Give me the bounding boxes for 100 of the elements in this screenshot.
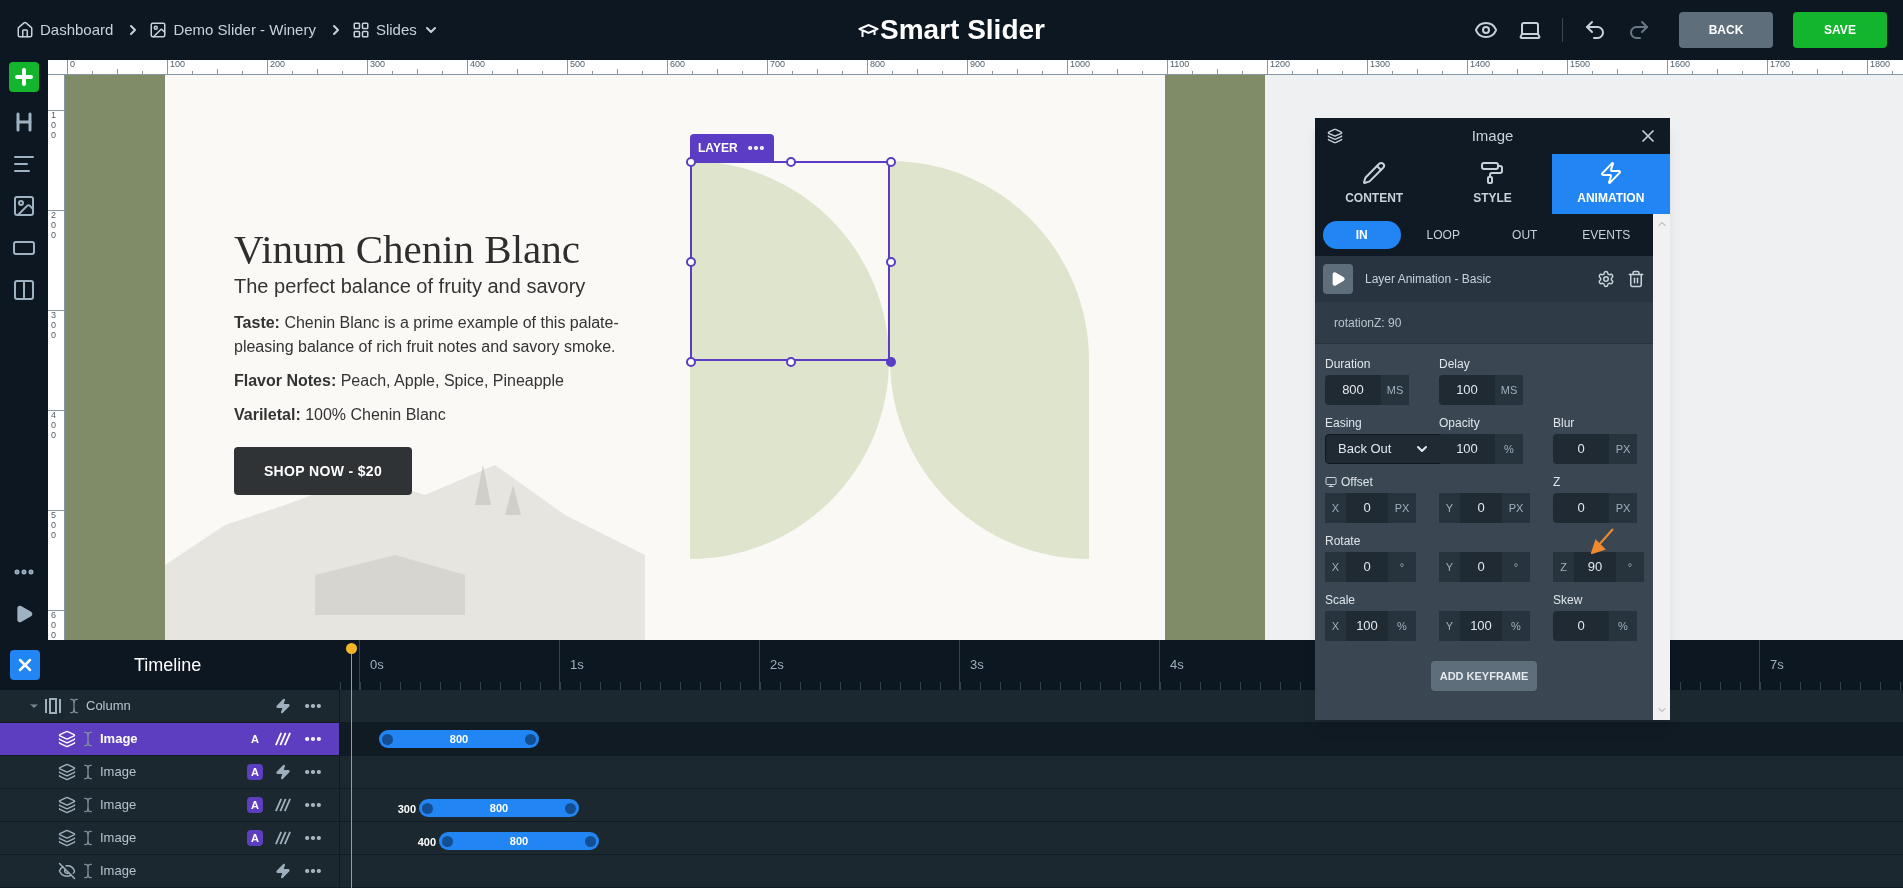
number-input-field[interactable]: X 100 % bbox=[1325, 611, 1416, 641]
stripes-icon[interactable] bbox=[275, 830, 291, 846]
stripes-icon[interactable] bbox=[275, 797, 291, 813]
resize-handle[interactable] bbox=[786, 357, 796, 367]
ruler-number: 900 bbox=[970, 60, 987, 69]
field-value: 0 bbox=[1476, 499, 1486, 518]
plus-icon bbox=[12, 65, 36, 89]
animation-subtab[interactable]: OUT bbox=[1486, 221, 1564, 249]
animation-bar[interactable]: 800 bbox=[419, 799, 579, 817]
timeline-layer-row[interactable]: Image A bbox=[0, 723, 340, 755]
ruler-number: 1200 bbox=[1270, 60, 1292, 69]
unit-label: PX bbox=[1388, 493, 1416, 523]
number-input-field[interactable]: 0 PX bbox=[1553, 493, 1637, 523]
animation-subtab[interactable]: LOOP bbox=[1404, 221, 1482, 249]
unit-label: PX bbox=[1609, 434, 1637, 464]
axis-label: Y bbox=[1439, 493, 1460, 523]
number-input-field[interactable]: 0 % bbox=[1553, 611, 1637, 641]
add-layer-button[interactable] bbox=[9, 62, 39, 92]
number-input-field[interactable]: 0 PX bbox=[1553, 434, 1637, 464]
ruler-number: 100 bbox=[170, 60, 187, 69]
duration-label: 800 bbox=[449, 731, 469, 747]
hidden-eye-icon[interactable] bbox=[58, 862, 76, 880]
animation-subtab[interactable]: IN bbox=[1323, 221, 1401, 249]
lightning-icon[interactable] bbox=[275, 764, 291, 780]
redo-icon[interactable] bbox=[1627, 18, 1651, 42]
bar-handle[interactable] bbox=[565, 802, 576, 814]
resize-handle[interactable] bbox=[686, 257, 696, 267]
unit-label: % bbox=[1388, 611, 1416, 641]
unit-label: % bbox=[1502, 611, 1530, 641]
unit-label: PX bbox=[1502, 493, 1530, 523]
paint-roller-icon bbox=[1480, 161, 1505, 185]
field-label: Delay bbox=[1439, 355, 1470, 373]
image-icon[interactable] bbox=[12, 194, 36, 218]
play-icon[interactable] bbox=[14, 604, 34, 624]
animation-bar[interactable]: 800 bbox=[439, 832, 599, 850]
field-label: Offset bbox=[1341, 473, 1373, 491]
playhead[interactable] bbox=[346, 643, 357, 888]
slide-title: Vinum Chenin Blanc bbox=[234, 225, 581, 273]
animation-bar[interactable]: 800 bbox=[379, 730, 539, 748]
breadcrumb-link[interactable]: Dashboard bbox=[16, 18, 114, 42]
settings-icon[interactable] bbox=[1597, 270, 1615, 288]
bar-handle[interactable] bbox=[382, 733, 393, 745]
field-label: Blur bbox=[1553, 414, 1575, 432]
unit-label: ° bbox=[1502, 552, 1530, 582]
resize-handle[interactable] bbox=[786, 157, 796, 167]
layer-selection-frame[interactable] bbox=[690, 161, 890, 361]
add-keyframe-button[interactable]: ADD KEYFRAME bbox=[1431, 661, 1537, 691]
lightning-icon[interactable] bbox=[275, 698, 291, 714]
delay-label: 300 bbox=[397, 803, 416, 815]
shop-now-button[interactable]: SHOP NOW - $20 bbox=[234, 447, 412, 495]
layer-name: Column bbox=[86, 697, 131, 716]
time-tick-label: 3s bbox=[970, 657, 984, 672]
resize-handle[interactable] bbox=[886, 157, 896, 167]
ruler-number: 1300 bbox=[1370, 60, 1392, 69]
unit-label: % bbox=[1495, 434, 1523, 464]
number-input-field[interactable]: 800 MS bbox=[1325, 375, 1409, 405]
panel-tab[interactable]: ANIMATION bbox=[1551, 154, 1670, 214]
panel-tab[interactable]: CONTENT bbox=[1315, 154, 1434, 214]
time-tick-label: 2s bbox=[770, 657, 784, 672]
panel-tab[interactable]: STYLE bbox=[1433, 154, 1552, 214]
layer-name: Image bbox=[100, 796, 137, 815]
back-button[interactable]: BACK bbox=[1679, 12, 1773, 48]
number-input-field[interactable]: Z 90 ° bbox=[1553, 552, 1644, 582]
resize-handle[interactable] bbox=[886, 357, 896, 367]
ruler-number: 300 bbox=[370, 60, 387, 69]
animation-subtab[interactable]: EVENTS bbox=[1567, 221, 1645, 249]
ruler-number: 1500 bbox=[1570, 60, 1592, 69]
undo-icon[interactable] bbox=[1583, 18, 1607, 42]
number-input-field[interactable]: 100 % bbox=[1439, 434, 1523, 464]
field-value: 0 bbox=[1576, 499, 1586, 518]
bar-handle[interactable] bbox=[422, 802, 433, 814]
resize-handle[interactable] bbox=[686, 157, 696, 167]
number-input-field[interactable]: Y 100 % bbox=[1439, 611, 1530, 641]
field-value: 0 bbox=[1362, 499, 1372, 518]
bar-handle[interactable] bbox=[585, 835, 596, 847]
lightning-icon[interactable] bbox=[275, 863, 291, 879]
ruler-number: 0 bbox=[70, 60, 76, 69]
layer-name: Image bbox=[100, 829, 137, 848]
bar-handle[interactable] bbox=[442, 835, 453, 847]
duration-label: 800 bbox=[489, 800, 509, 816]
number-input-field[interactable]: 100 MS bbox=[1439, 375, 1523, 405]
resize-handle[interactable] bbox=[686, 357, 696, 367]
breadcrumb-link[interactable]: Slides bbox=[351, 18, 439, 42]
duration-label: 800 bbox=[509, 833, 529, 849]
resize-handle[interactable] bbox=[886, 257, 896, 267]
ruler-number: 700 bbox=[770, 60, 787, 69]
breadcrumb-link[interactable]: Demo Slider - Winery bbox=[149, 18, 316, 42]
trash-icon[interactable] bbox=[1627, 270, 1645, 288]
number-input-field[interactable]: Y 0 ° bbox=[1439, 552, 1530, 582]
ruler-number: 1600 bbox=[1670, 60, 1692, 69]
bar-handle[interactable] bbox=[525, 733, 536, 745]
columns-icon[interactable] bbox=[12, 278, 36, 302]
close-button[interactable] bbox=[10, 650, 40, 680]
slide-subtitle: The perfect balance of fruity and savory bbox=[234, 274, 587, 299]
time-tick-label: 1s bbox=[570, 657, 584, 672]
play-button[interactable] bbox=[1323, 264, 1353, 294]
number-input-field[interactable]: X 0 ° bbox=[1325, 552, 1416, 582]
number-input-field[interactable]: Y 0 PX bbox=[1439, 493, 1530, 523]
unit-label: MS bbox=[1495, 375, 1523, 405]
number-input-field[interactable]: X 0 PX bbox=[1325, 493, 1416, 523]
